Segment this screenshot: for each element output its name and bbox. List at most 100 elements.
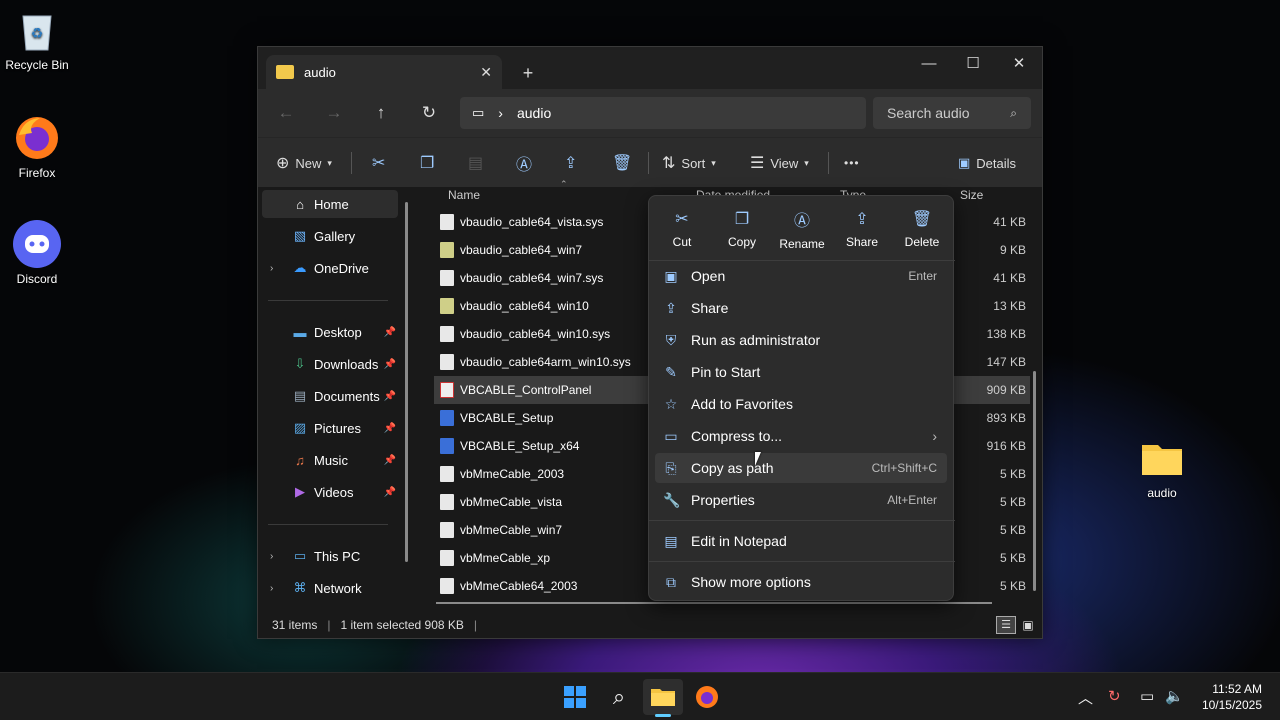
paste-button[interactable]: ▤ [468, 148, 483, 178]
cut-button[interactable]: ✂ [372, 148, 385, 178]
menu-item-compress-to[interactable]: ▭ Compress to... › [655, 421, 947, 451]
command-bar: ⊕ New ▾ ✂ ❐ ▤ Ⓐ ⇪ 🗑 ⇅ Sort ▾ ☰ View ▾ ••• ▣ Det… [258, 137, 1042, 187]
nav-label: Music [314, 452, 348, 468]
quick-action-label: Copy [727, 235, 756, 249]
shield-icon: ⛨ [665, 331, 677, 348]
context-delete-button[interactable]: 🗑 Delete [892, 204, 952, 254]
menu-item-run-as-admin[interactable]: ⛨ Run as administrator [655, 325, 947, 355]
pin-icon[interactable]: 📌 [384, 455, 396, 466]
nav-item-downloads[interactable]: ⇩ Downloads 📌 [262, 350, 398, 378]
desktop-icon-recycle-bin[interactable]: ♻ Recycle Bin [0, 6, 74, 72]
menu-item-edit-in-notepad[interactable]: ▤ Edit in Notepad [655, 526, 947, 556]
search-icon: ⌕ [612, 684, 626, 709]
navigation-pane: ⌂ Home ▧ Gallery › ☁ OneDrive ▬ Desktop 📌 ⇩ Dow… [258, 187, 416, 601]
nav-item-gallery[interactable]: ▧ Gallery [262, 222, 398, 250]
menu-label: Edit in Notepad [691, 533, 787, 549]
maximize-button[interactable]: ☐ [950, 47, 996, 79]
nav-item-this-pc[interactable]: › ▭ This PC [262, 542, 398, 570]
close-tab-icon[interactable]: ✕ [480, 64, 492, 81]
tab-audio[interactable]: audio ✕ [266, 55, 502, 89]
menu-item-open[interactable]: ▣ Open Enter [655, 261, 947, 291]
copy-path-icon: ⎘ [665, 459, 677, 476]
file-explorer-taskbar-button[interactable] [643, 679, 683, 717]
context-share-button[interactable]: ⇪ Share [832, 204, 892, 254]
search-button[interactable]: ⌕ [599, 679, 639, 715]
sort-button[interactable]: ⇅ Sort ▾ [662, 148, 716, 178]
new-tab-button[interactable]: + [508, 57, 548, 89]
close-button[interactable]: ✕ [996, 47, 1042, 79]
context-copy-button[interactable]: ❐ Copy [712, 204, 772, 254]
divider [828, 152, 829, 174]
search-box[interactable]: Search audio ⌕ [873, 97, 1031, 129]
context-rename-button[interactable]: Ⓐ Rename [772, 204, 832, 254]
details-view-icon[interactable]: ☰ [996, 616, 1016, 634]
horizontal-scrollbar[interactable] [436, 602, 992, 604]
new-label: New [295, 155, 322, 171]
menu-item-copy-as-path[interactable]: ⎘ Copy as path Ctrl+Shift+C [655, 453, 947, 483]
divider [649, 520, 955, 521]
column-header-size[interactable]: Size [960, 181, 983, 209]
nav-item-pictures[interactable]: ▨ Pictures 📌 [262, 414, 398, 442]
new-button[interactable]: ⊕ New ▾ [276, 148, 332, 178]
desktop-icon-firefox[interactable]: Firefox [0, 114, 74, 180]
clock-time: 11:52 AM [1212, 682, 1262, 696]
path-segment-audio[interactable]: audio [517, 105, 551, 121]
tiles-view-icon[interactable]: ▣ [1018, 616, 1038, 634]
column-header-name[interactable]: Name [448, 181, 480, 209]
menu-item-properties[interactable]: 🔧 Properties Alt+Enter [655, 485, 947, 515]
menu-item-pin-to-start[interactable]: ✎ Pin to Start [655, 357, 947, 387]
chevron-up-icon[interactable]: ︿ [1078, 687, 1093, 708]
start-button[interactable] [555, 679, 595, 715]
rename-button[interactable]: Ⓐ [516, 148, 532, 178]
back-arrow-icon[interactable]: ← [268, 98, 304, 128]
forward-arrow-icon[interactable]: → [316, 98, 352, 128]
file-name: vbaudio_cable64_win10.sys [460, 327, 611, 341]
firefox-label: Firefox [18, 166, 56, 180]
pin-icon[interactable]: 📌 [384, 359, 396, 370]
chevron-right-icon[interactable]: › [270, 583, 273, 594]
nav-item-music[interactable]: ♫ Music 📌 [262, 446, 398, 474]
divider [268, 524, 388, 525]
nav-scrollbar[interactable] [405, 202, 408, 562]
delete-button[interactable]: 🗑 [612, 148, 632, 178]
file-size: 147 KB [986, 355, 1026, 369]
firefox-taskbar-button[interactable] [687, 679, 727, 715]
pin-icon[interactable]: 📌 [384, 487, 396, 498]
file-size: 138 KB [986, 327, 1026, 341]
menu-item-show-more-options[interactable]: ⧉ Show more options [655, 567, 947, 597]
share-button[interactable]: ⇪ [564, 148, 577, 178]
nav-item-network[interactable]: › ⌘ Network [262, 574, 398, 602]
pin-icon[interactable]: 📌 [384, 327, 396, 338]
address-bar-row: ← → ↑ ↻ ▭ › audio Search audio ⌕ [258, 89, 1042, 137]
volume-icon[interactable]: 🔈 [1165, 687, 1184, 705]
pin-icon[interactable]: 📌 [384, 391, 396, 402]
details-button[interactable]: ▣ Details [958, 148, 1016, 178]
address-bar[interactable]: ▭ › audio [460, 97, 866, 129]
nav-item-onedrive[interactable]: › ☁ OneDrive [262, 254, 398, 282]
nav-item-home[interactable]: ⌂ Home [262, 190, 398, 218]
context-cut-button[interactable]: ✂ Cut [652, 204, 712, 254]
chevron-down-icon: ▾ [327, 157, 332, 168]
file-size: 909 KB [986, 383, 1026, 397]
installer-file-icon [440, 438, 454, 454]
nav-item-videos[interactable]: ▶ Videos 📌 [262, 478, 398, 506]
refresh-icon[interactable]: ↻ [411, 98, 447, 128]
network-icon[interactable]: ▭ [1140, 687, 1154, 705]
pin-icon[interactable]: 📌 [384, 423, 396, 434]
menu-item-add-to-favorites[interactable]: ☆ Add to Favorites [655, 389, 947, 419]
file-list-scrollbar[interactable] [1033, 371, 1036, 591]
up-arrow-icon[interactable]: ↑ [363, 98, 399, 128]
desktop-icon-discord[interactable]: Discord [0, 220, 74, 286]
nav-item-desktop[interactable]: ▬ Desktop 📌 [262, 318, 398, 346]
more-options-button[interactable]: ••• [844, 148, 860, 178]
menu-item-share[interactable]: ⇪ Share [655, 293, 947, 323]
minimize-button[interactable]: — [906, 47, 952, 79]
chevron-right-icon[interactable]: › [270, 551, 273, 562]
view-button[interactable]: ☰ View ▾ [750, 148, 809, 178]
desktop-icon-audio-folder[interactable]: audio [1125, 434, 1199, 500]
chevron-right-icon[interactable]: › [270, 263, 273, 274]
copy-button[interactable]: ❐ [420, 148, 434, 178]
system-clock[interactable]: 11:52 AM 10/15/2025 [1202, 681, 1262, 713]
nav-item-documents[interactable]: ▤ Documents 📌 [262, 382, 398, 410]
sync-icon[interactable]: ↻ [1108, 687, 1121, 705]
